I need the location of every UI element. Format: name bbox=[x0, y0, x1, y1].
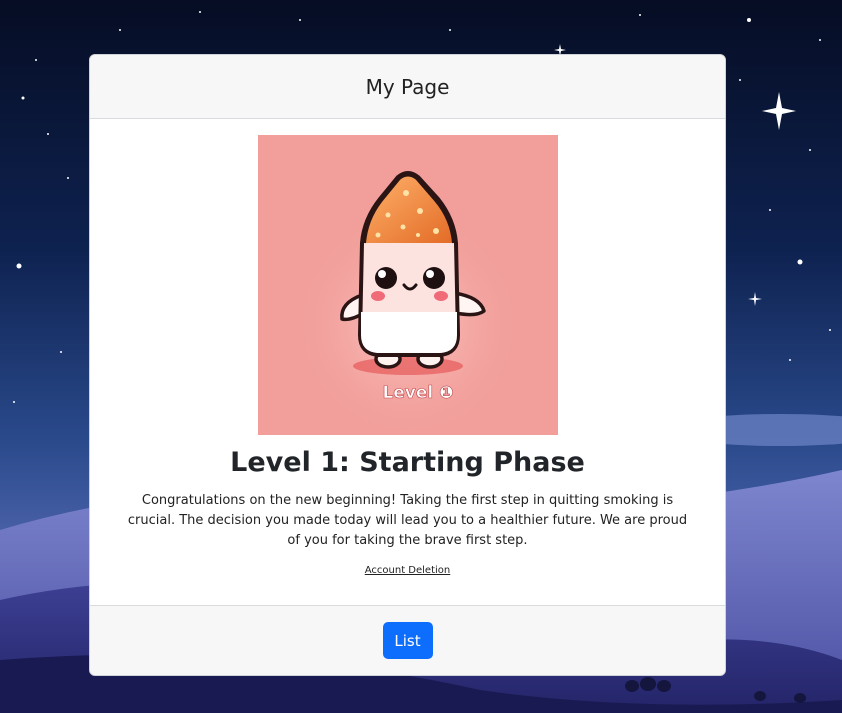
card-body: Level ❶ Level 1: Starting Phase Congratu… bbox=[90, 119, 725, 607]
my-page-card: My Page Level ❶ Level 1: Starting Phase … bbox=[89, 54, 726, 676]
page-title: My Page bbox=[365, 74, 450, 99]
account-deletion-link[interactable]: Account Deletion bbox=[365, 565, 451, 576]
level-badge-text: Level ❶ bbox=[382, 383, 453, 403]
card-header: My Page bbox=[90, 55, 725, 119]
level-mascot-image: Level ❶ bbox=[257, 135, 558, 435]
level-description: Congratulations on the new beginning! Ta… bbox=[127, 493, 688, 548]
level-title: Level 1: Starting Phase bbox=[230, 447, 585, 478]
list-button[interactable]: List bbox=[382, 622, 433, 659]
card-footer: List bbox=[90, 605, 725, 675]
